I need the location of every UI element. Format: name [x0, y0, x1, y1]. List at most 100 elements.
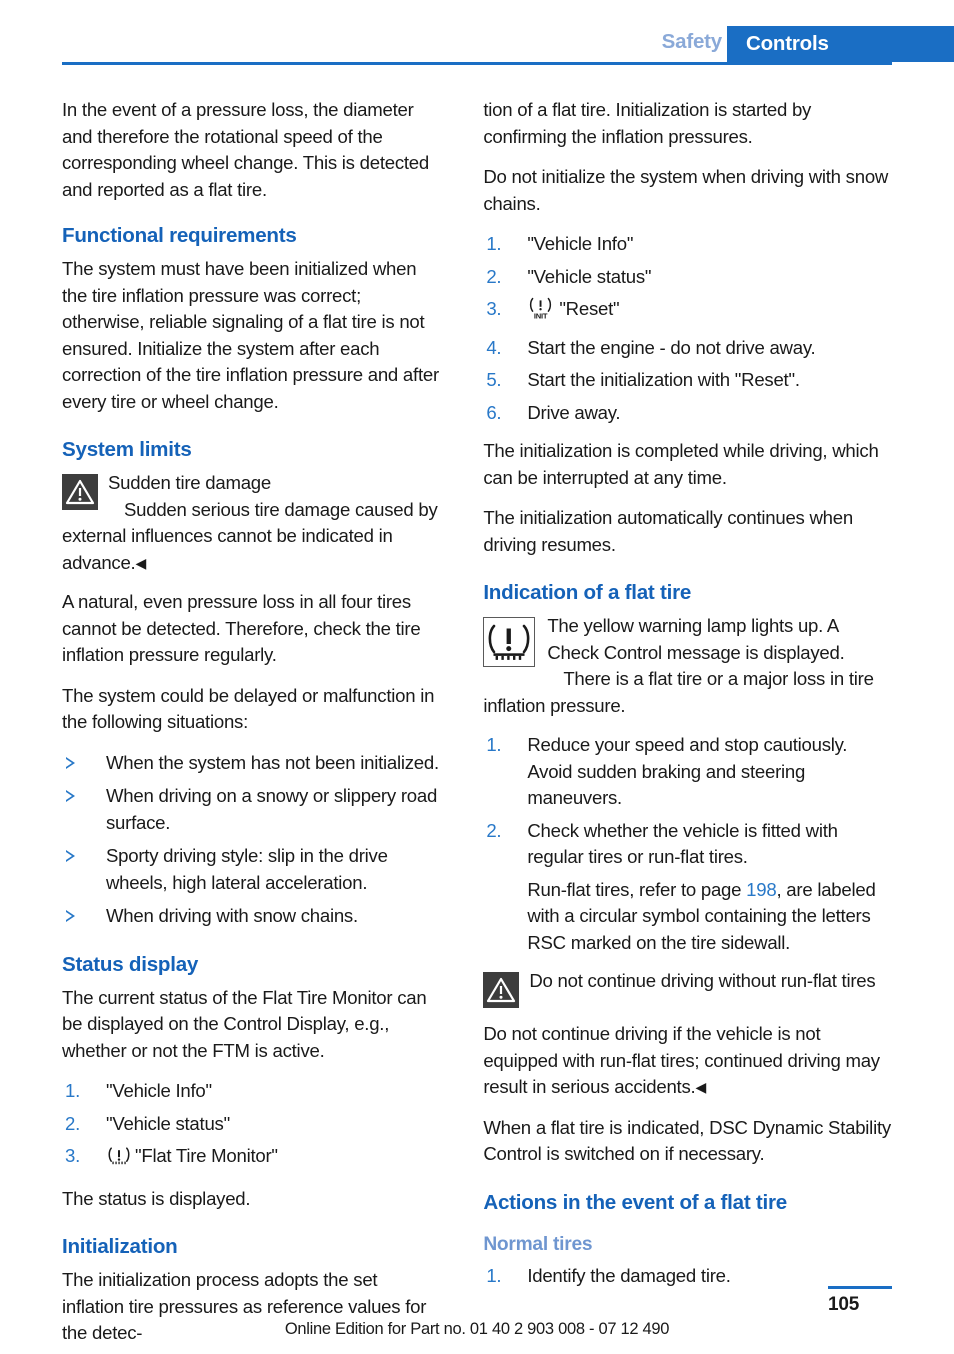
heading-indication-of-a-flat-tire: Indication of a flat tire [483, 581, 692, 604]
footer-note: Online Edition for Part no. 01 40 2 903 … [284, 1320, 670, 1338]
list-item: 1. "Vehicle Info" [62, 1078, 441, 1105]
svg-text:INIT: INIT [534, 311, 548, 320]
step-sub-prefix: Run-flat tires, refer to page [527, 878, 747, 900]
step-number: 3. [486, 298, 502, 319]
step-label: Drive away. [527, 401, 621, 423]
run-flat-warning-text-value: Do not continue driving if the vehicle i… [483, 1023, 880, 1097]
list-item: 5. Start the initialization with "Reset". [483, 367, 892, 394]
dsc-paragraph: When a flat tire is indicated, DSC Dynam… [483, 1116, 891, 1165]
triangle-bullet-icon [66, 756, 75, 769]
header-divider [62, 62, 892, 65]
warning-title: Do not continue driving without run-flat… [529, 970, 876, 991]
step-number: 2. [65, 1112, 81, 1134]
warning-text: Sudden serious tire damage caused by ext… [62, 497, 441, 577]
warning-end-mark: ◀ [135, 554, 147, 571]
page-number: 105 [828, 1294, 860, 1315]
step-label: "Reset" [559, 298, 620, 319]
step-number: 5. [486, 369, 502, 390]
list-item: 3. INIT "Reset" [483, 296, 892, 329]
step-label: "Vehicle Info" [106, 1080, 212, 1101]
flat-tire-indication-text-1: The yellow warning lamp lights up. A Che… [547, 615, 845, 663]
list-item: 6. Drive away. [483, 400, 892, 427]
step-number: 6. [486, 401, 502, 423]
flat-tire-indication-block: The yellow warning lamp lights up. A Che… [483, 613, 892, 719]
flat-tire-action-step-list: 1. Reduce your speed and stop cautiously.… [483, 732, 892, 956]
warning-body: Do not continue driving without run-flat… [483, 968, 892, 995]
list-item: When driving on a snowy or slippery road… [62, 783, 441, 836]
chapter-tab-current[interactable]: Controls [727, 26, 954, 62]
status-display-step-list: 1. "Vehicle Info" 2. "Vehicle status" 3. "… [62, 1078, 441, 1174]
warning-body: Sudden tire damage Sudden serious tire d… [62, 470, 441, 576]
intro-paragraph: In the event of a pressure loss, the dia… [62, 99, 429, 200]
step-label: "Vehicle Info" [527, 233, 634, 254]
heading-functional-requirements: Functional requirements [62, 224, 297, 247]
list-item: When the system has not been initialized… [62, 750, 441, 777]
warning-triangle-icon [483, 972, 520, 1008]
list-item: Sporty driving style: slip in the drive … [62, 843, 441, 896]
list-item-label: When driving with snow chains. [106, 905, 358, 926]
triangle-bullet-icon [66, 850, 75, 862]
step-label: "Vehicle status" [106, 1112, 230, 1134]
triangle-bullet-icon [66, 790, 75, 802]
list-item: 1. Reduce your speed and stop cautiously.… [483, 732, 892, 812]
chapter-tabs: Safety Controls [62, 26, 954, 62]
tire-pressure-icon [107, 1145, 131, 1174]
list-item: 4. Start the engine - do not drive away. [483, 335, 892, 362]
warning-block-sudden-tire-damage: Sudden tire damage Sudden serious tire d… [62, 470, 441, 576]
continued-paragraph: tion of a flat tire. Initialization is s… [483, 99, 812, 147]
step-number: 2. [486, 819, 502, 841]
heading-system-limits: System limits [62, 438, 192, 461]
warning-title: Sudden tire damage [108, 472, 271, 493]
list-item: 1. "Vehicle Info" [483, 231, 892, 258]
status-display-closing: The status is displayed. [62, 1187, 251, 1209]
initialization-step-list: 1. "Vehicle Info" 2. "Vehicle status" 3. I… [483, 231, 892, 426]
list-item: 2. "Vehicle status" [62, 1111, 441, 1138]
list-item: When driving with snow chains. [62, 903, 441, 930]
step-number: 2. [486, 265, 502, 287]
subheading-normal-tires: Normal tires [483, 1233, 593, 1255]
snow-chains-paragraph: Do not initialize the system when drivin… [483, 166, 889, 214]
page-reference-link[interactable]: 198 [746, 879, 777, 900]
flat-tire-indication-body: The yellow warning lamp lights up. A Che… [483, 615, 892, 719]
list-item-label: When the system has not been initialized… [106, 751, 439, 773]
system-limits-paragraph-1: A natural, even pressure loss in all fou… [62, 591, 421, 665]
chapter-tab-previous[interactable]: Safety [662, 30, 723, 54]
system-limits-paragraph-2: The system could be delayed or malfuncti… [62, 684, 435, 733]
heading-status-display: Status display [62, 952, 199, 976]
warning-end-mark: ◀ [695, 1079, 707, 1095]
list-item-label: When driving on a snowy or slippery road… [106, 785, 438, 833]
triangle-bullet-icon [66, 910, 75, 922]
list-item: 3. "Flat Tire Monitor" [62, 1143, 441, 1174]
tire-pressure-warning-lamp-icon [483, 617, 536, 667]
list-item-label: Sporty driving style: slip in the drive … [106, 845, 388, 893]
status-display-paragraph: The current status of the Flat Tire Moni… [62, 986, 427, 1061]
step-number: 1. [65, 1080, 81, 1101]
step-number: 1. [486, 233, 502, 254]
system-limits-bullet-list: When the system has not been initialized… [62, 750, 441, 930]
warning-triangle-icon [62, 474, 98, 510]
flat-tire-indication-text-2: There is a flat tire or a major loss in … [483, 668, 874, 716]
left-column: In the event of a pressure loss, the dia… [62, 97, 471, 1343]
warning-block-run-flat-tires: Do not continue driving without run-flat… [483, 968, 892, 1008]
step-label: Start the initialization with "Reset". [527, 369, 800, 390]
page-header: Safety Controls [0, 26, 954, 62]
initialization-completed-paragraph: The initialization is completed while dr… [483, 440, 879, 488]
step-label: Start the engine - do not drive away. [527, 336, 816, 358]
step-label: Check whether the vehicle is fitted with… [527, 819, 838, 868]
step-label: Reduce your speed and stop cautiously. A… [527, 734, 848, 808]
right-column: tion of a flat tire. Initialization is s… [471, 97, 892, 1286]
page-content: In the event of a pressure loss, the dia… [62, 97, 892, 1343]
tire-pressure-init-icon: INIT [528, 296, 554, 329]
heading-actions-in-the-event-of-a-flat-tire: Actions in the event of a flat tire [483, 1190, 787, 1214]
step-number: 4. [486, 336, 502, 358]
list-item: 2. "Vehicle status" [483, 264, 892, 291]
step-label: "Vehicle status" [527, 265, 652, 287]
warning-text-value: Sudden serious tire damage caused by ext… [62, 498, 438, 573]
step-number: 1. [486, 734, 502, 755]
run-flat-warning-text: Do not continue driving if the vehicle i… [483, 1021, 892, 1101]
step-sub-text: Run-flat tires, refer to page 198, are l… [527, 877, 892, 957]
heading-initialization: Initialization [62, 1235, 178, 1258]
page-footer: 105 Online Edition for Part no. 01 40 2 … [0, 1282, 954, 1354]
step-number: 3. [65, 1145, 81, 1166]
footer-divider [828, 1286, 892, 1289]
